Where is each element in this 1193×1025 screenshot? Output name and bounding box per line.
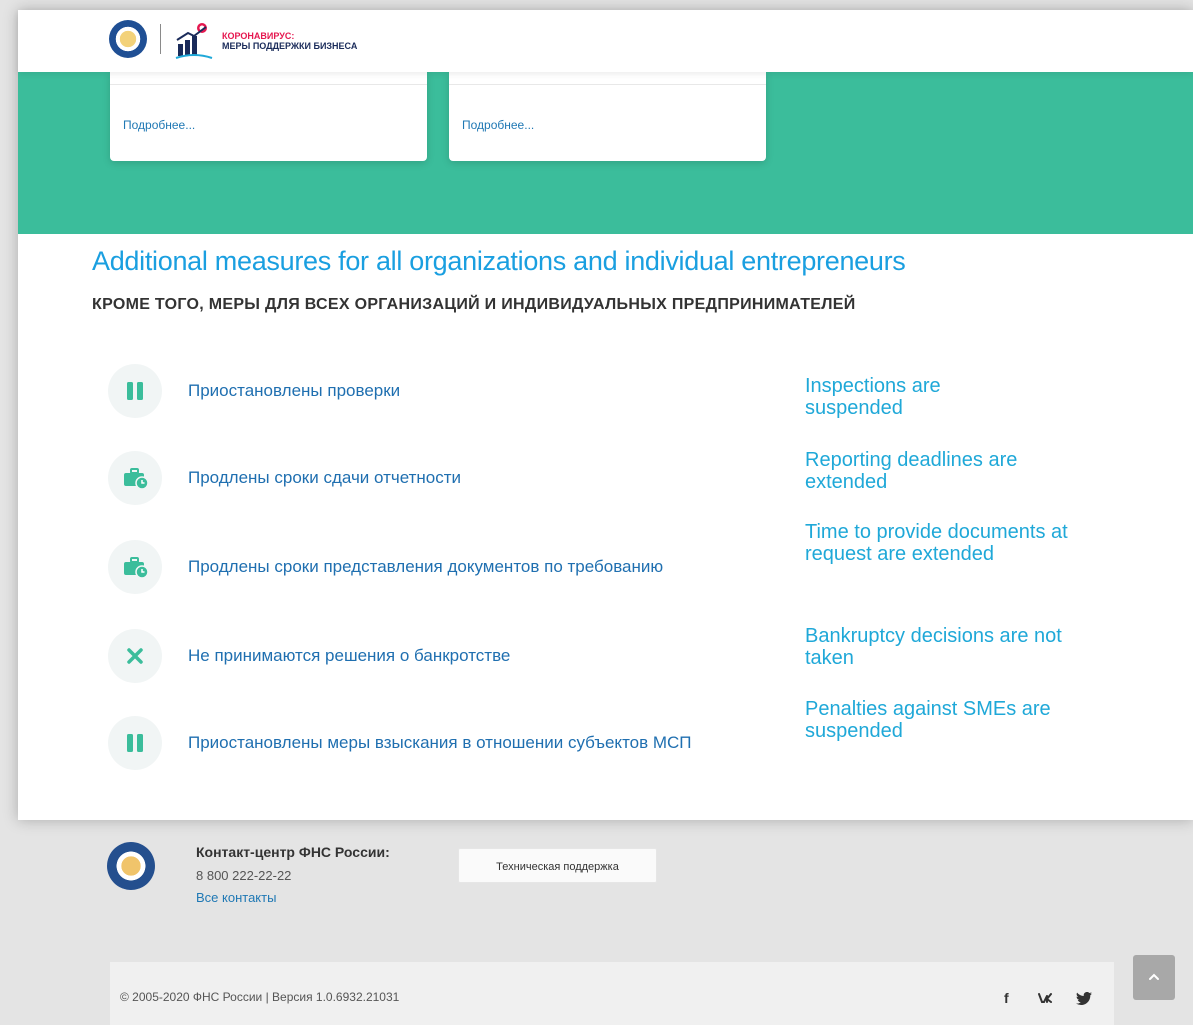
card-more-link[interactable]: Подробнее... <box>462 118 534 132</box>
contact-phone: 8 800 222-22-22 <box>196 868 292 883</box>
measure-icon-circle <box>108 540 162 594</box>
cards-section: Подробнее... Подробнее... <box>18 72 1193 234</box>
pause-icon <box>127 382 143 400</box>
tech-support-button[interactable]: Техническая поддержка <box>458 848 657 883</box>
measure-icon-circle <box>108 364 162 418</box>
measure-icon-circle <box>108 451 162 505</box>
measure-label: Приостановлены меры взыскания в отношени… <box>188 733 692 752</box>
measure-item-inspections[interactable]: Приостановлены проверки <box>108 364 788 418</box>
measure-label: Продлены сроки сдачи отчетности <box>188 468 462 487</box>
all-contacts-link[interactable]: Все контакты <box>196 890 276 905</box>
pause-icon <box>127 734 143 752</box>
translation-note: Inspections are suspended <box>805 375 941 419</box>
copyright-text: © 2005-2020 ФНС России | Версия 1.0.6932… <box>120 990 400 1004</box>
logo-line-1: КОРОНАВИРУС: <box>222 31 295 41</box>
measure-icon-circle <box>108 716 162 770</box>
measure-card: Подробнее... <box>110 72 427 161</box>
fns-footer-emblem-icon <box>107 842 155 890</box>
measure-label: Продлены сроки представления документов … <box>188 557 664 576</box>
briefcase-clock-icon <box>124 468 149 490</box>
measure-item-bankruptcy[interactable]: Не принимаются решения о банкротстве <box>108 629 788 683</box>
card-divider <box>449 84 766 85</box>
measure-label: Приостановлены проверки <box>188 381 401 400</box>
footer-bottom-bar: © 2005-2020 ФНС России | Версия 1.0.6932… <box>110 962 1114 1025</box>
fns-emblem-icon[interactable] <box>109 20 147 58</box>
measure-card: Подробнее... <box>449 72 766 161</box>
card-more-link[interactable]: Подробнее... <box>123 118 195 132</box>
card-divider <box>110 84 427 85</box>
logo-text[interactable]: КОРОНАВИРУС: МЕРЫ ПОДДЕРЖКИ БИЗНЕСА <box>222 31 357 51</box>
measure-icon-circle <box>108 629 162 683</box>
measure-label: Не принимаются решения о банкротстве <box>188 646 511 665</box>
translation-note: Time to provide documents at request are… <box>805 521 1068 565</box>
business-support-logo-icon[interactable] <box>174 22 214 62</box>
twitter-icon[interactable] <box>1076 992 1092 1005</box>
briefcase-clock-icon <box>124 557 149 579</box>
vk-icon[interactable] <box>1038 992 1056 1004</box>
contact-center-title: Контакт-центр ФНС России: <box>196 844 390 860</box>
close-icon <box>127 648 143 664</box>
section-title-ru: КРОМЕ ТОГО, МЕРЫ ДЛЯ ВСЕХ ОРГАНИЗАЦИЙ И … <box>92 296 856 313</box>
measure-item-documents[interactable]: Продлены сроки представления документов … <box>108 540 788 594</box>
measure-item-reporting[interactable]: Продлены сроки сдачи отчетности <box>108 451 788 505</box>
translation-note: Reporting deadlines are extended <box>805 449 1018 493</box>
logo-line-2: МЕРЫ ПОДДЕРЖКИ БИЗНЕСА <box>222 41 358 51</box>
measure-item-penalties[interactable]: Приостановлены меры взыскания в отношени… <box>108 716 788 770</box>
section-title-en: Additional measures for all organization… <box>92 246 906 276</box>
translation-note: Penalties against SMEs are suspended <box>805 698 1051 742</box>
facebook-icon[interactable]: f <box>1004 990 1009 1006</box>
scroll-to-top-button[interactable] <box>1133 955 1175 1000</box>
logo-divider <box>160 24 161 54</box>
chevron-up-icon <box>1149 973 1159 980</box>
translation-note: Bankruptcy decisions are not taken <box>805 625 1062 669</box>
site-header: КОРОНАВИРУС: МЕРЫ ПОДДЕРЖКИ БИЗНЕСА <box>18 10 1193 72</box>
